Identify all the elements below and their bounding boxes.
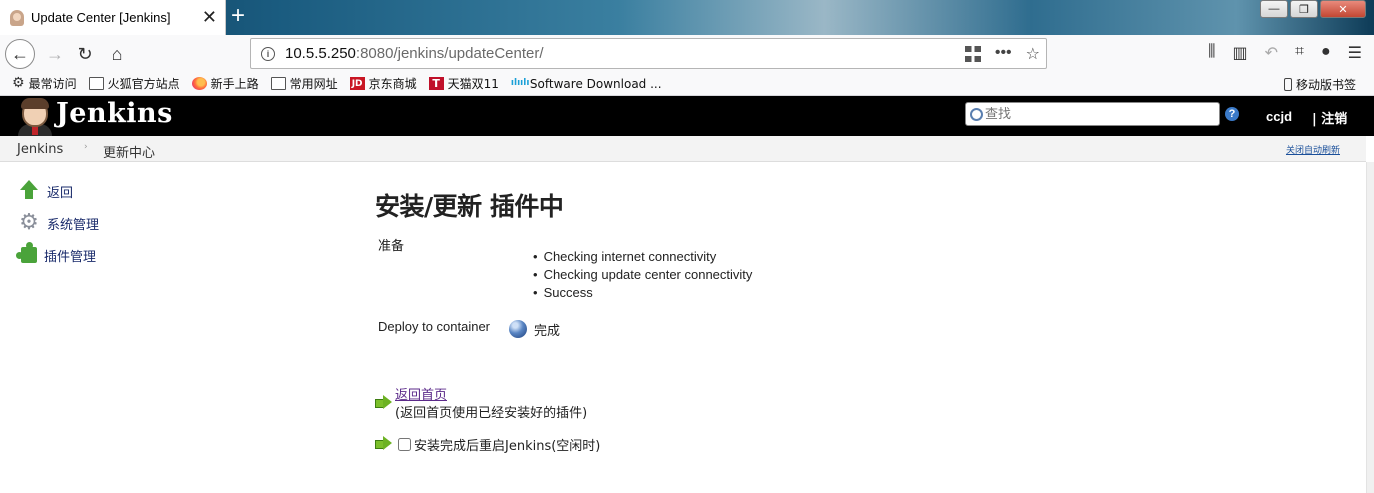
- jenkins-butler-icon[interactable]: [18, 98, 52, 136]
- status-text: 完成: [534, 324, 561, 339]
- bookmark-firefox-official[interactable]: 火狐官方站点: [88, 75, 180, 92]
- phone-icon: [1283, 78, 1292, 91]
- navigation-bar: ← → ↻ ⌂ i 10.5.5.250:8080/jenkins/update…: [0, 35, 1374, 72]
- sidebar-icon[interactable]: ▥: [1232, 43, 1247, 63]
- minimize-button[interactable]: —: [1260, 0, 1288, 18]
- new-tab-button[interactable]: +: [231, 4, 245, 28]
- window-controls: — ❐ ✕: [1258, 0, 1366, 18]
- return-home-link[interactable]: 返回首页: [395, 384, 447, 403]
- chat-icon[interactable]: ●: [1321, 43, 1331, 63]
- disable-auto-refresh-link[interactable]: 关闭自动刷新: [1286, 143, 1340, 156]
- restart-checkbox[interactable]: [398, 438, 411, 451]
- breadcrumb: Jenkins › 更新中心 关闭自动刷新: [0, 136, 1366, 162]
- crop-icon[interactable]: ⌗: [1295, 43, 1304, 63]
- green-arrow-icon: [375, 395, 392, 409]
- search-box[interactable]: [965, 102, 1220, 126]
- gear-icon: ⚙: [12, 75, 25, 91]
- tmall-icon: T: [428, 77, 444, 90]
- sidebar-item-manage[interactable]: ⚙ 系统管理: [18, 212, 99, 234]
- puzzle-icon: [16, 242, 37, 263]
- restart-label: 安装完成后重启Jenkins(空闲时): [414, 439, 601, 454]
- preparation-label: 准备: [378, 239, 405, 254]
- home-button[interactable]: ⌂: [102, 39, 132, 69]
- cisco-icon: ılıılı: [510, 78, 530, 88]
- folder-icon: [270, 77, 286, 90]
- list-item: Checking internet connectivity: [533, 248, 752, 266]
- browser-tab[interactable]: Update Center [Jenkins] ✕: [0, 0, 226, 35]
- breadcrumb-separator: ›: [84, 142, 88, 152]
- status-ball-icon: [509, 320, 527, 338]
- reload-button[interactable]: ↻: [70, 39, 100, 69]
- sidebar-item-label: 系统管理: [47, 217, 100, 233]
- bookmark-jd[interactable]: JD 京东商城: [349, 75, 417, 92]
- help-icon[interactable]: ?: [1225, 107, 1239, 121]
- forward-button[interactable]: →: [40, 39, 70, 69]
- up-arrow-icon: [18, 180, 40, 202]
- qr-code-icon[interactable]: [964, 46, 981, 62]
- url-actions: ••• ☆: [964, 44, 1040, 64]
- search-icon: [970, 107, 983, 121]
- page-title: 安装/更新 插件中: [375, 192, 564, 221]
- maximize-button[interactable]: ❐: [1290, 0, 1318, 18]
- bookmark-most-visited[interactable]: ⚙ 最常访问: [12, 75, 77, 92]
- list-item: Success: [533, 284, 752, 302]
- gear-icon: ⚙: [19, 210, 39, 235]
- close-window-button[interactable]: ✕: [1320, 0, 1366, 18]
- back-button[interactable]: ←: [5, 39, 35, 69]
- list-item: Checking update center connectivity: [533, 266, 753, 284]
- search-input[interactable]: [985, 106, 1205, 122]
- tab-title: Update Center [Jenkins]: [31, 10, 171, 25]
- breadcrumb-jenkins[interactable]: Jenkins: [17, 142, 63, 157]
- folder-icon: [88, 77, 104, 90]
- sidebar-item-label: 返回: [47, 185, 74, 201]
- jd-icon: JD: [349, 77, 365, 90]
- close-tab-icon[interactable]: ✕: [202, 7, 217, 27]
- jenkins-title[interactable]: Jenkins: [56, 98, 173, 129]
- return-home-description: (返回首页使用已经安装好的插件): [395, 406, 588, 421]
- url-text[interactable]: 10.5.5.250:8080/jenkins/updateCenter/: [285, 45, 544, 62]
- preparation-checks: Checking internet connectivity Checking …: [533, 248, 753, 302]
- breadcrumb-update-center[interactable]: 更新中心: [103, 142, 155, 161]
- toolbar-right: ⫼ ▥ ↶ ⌗ ● ☰: [1208, 43, 1362, 63]
- bookmark-common-sites[interactable]: 常用网址: [270, 75, 338, 92]
- green-arrow-icon: [375, 436, 392, 450]
- user-link[interactable]: ccjd: [1266, 109, 1292, 124]
- mobile-bookmarks[interactable]: 移动版书签: [1283, 76, 1356, 93]
- jenkins-favicon-icon: [10, 9, 24, 26]
- bookmarks-bar: ⚙ 最常访问 火狐官方站点 新手上路 常用网址 JD 京东商城 T 天猫双11 ılı…: [0, 72, 1374, 96]
- library-icon[interactable]: ⫼: [1208, 43, 1215, 63]
- site-info-icon[interactable]: i: [261, 46, 275, 61]
- bookmark-software-download[interactable]: ılıılı Software Download ...: [511, 77, 662, 91]
- logout-link[interactable]: | 注销: [1312, 108, 1347, 127]
- jenkins-header: Jenkins ? ccjd | 注销: [0, 96, 1374, 136]
- undo-icon[interactable]: ↶: [1265, 43, 1278, 63]
- page-actions-icon[interactable]: •••: [995, 44, 1012, 64]
- tab-strip: Update Center [Jenkins] ✕ + — ❐ ✕: [0, 0, 1374, 35]
- url-bar[interactable]: i 10.5.5.250:8080/jenkins/updateCenter/ …: [250, 38, 1047, 69]
- scrollbar[interactable]: [1366, 162, 1374, 493]
- plugin-name: Deploy to container: [378, 319, 491, 334]
- bookmark-getting-started[interactable]: 新手上路: [191, 75, 259, 92]
- sidebar-item-plugins[interactable]: 插件管理: [16, 242, 97, 266]
- bookmark-tmall[interactable]: T 天猫双11: [428, 75, 499, 92]
- menu-icon[interactable]: ☰: [1348, 43, 1362, 63]
- sidebar-item-label: 插件管理: [44, 249, 97, 265]
- sidebar-item-back[interactable]: 返回: [18, 180, 73, 202]
- bookmark-star-icon[interactable]: ☆: [1026, 44, 1040, 64]
- restart-option[interactable]: 安装完成后重启Jenkins(空闲时): [398, 435, 600, 454]
- firefox-icon: [191, 77, 207, 90]
